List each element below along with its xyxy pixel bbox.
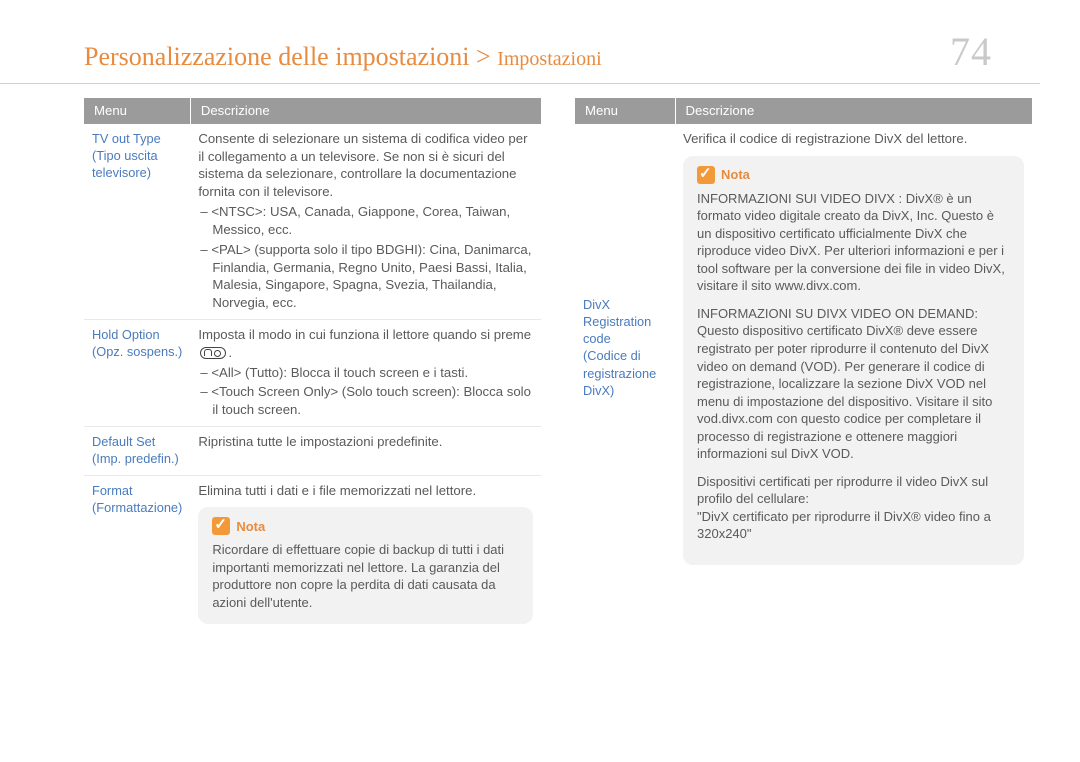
desc-intro-wrap: Imposta il modo in cui funziona il letto…	[198, 326, 533, 362]
breadcrumb: Personalizzazione delle impostazioni > I…	[84, 42, 602, 72]
table-row: Format (Formattazione) Elimina tutti i d…	[84, 475, 541, 631]
note-text: INFORMAZIONI SUI VIDEO DIVX : DivX® è un…	[697, 190, 1010, 543]
table-row: DivX Registration code (Codice di regist…	[575, 124, 1032, 572]
table-header-row: Menu Descrizione	[84, 98, 541, 124]
desc-tv-out: Consente di selezionare un sistema di co…	[190, 124, 541, 320]
menu-label-default: Default Set (Imp. predefin.)	[84, 427, 190, 476]
col-header-desc: Descrizione	[190, 98, 541, 124]
desc-intro: Imposta il modo in cui funziona il letto…	[198, 327, 531, 342]
note-para: INFORMAZIONI SU DIVX VIDEO ON DEMAND: Qu…	[697, 305, 1010, 463]
right-column: Menu Descrizione DivX Registration code …	[575, 98, 1032, 631]
page-number: 74	[950, 28, 992, 75]
desc-item: – <PAL> (supporta solo il tipo BDGHI): C…	[198, 241, 533, 312]
menu-label-format: Format (Formattazione)	[84, 475, 190, 631]
desc-item: – <Touch Screen Only> (Solo touch screen…	[198, 383, 533, 419]
table-row: TV out Type (Tipo uscita televisore) Con…	[84, 124, 541, 320]
note-badge: Nota	[212, 517, 265, 535]
breadcrumb-sub: Impostazioni	[497, 48, 601, 70]
breadcrumb-main: Personalizzazione delle impostazioni >	[84, 42, 491, 71]
menu-label-hold: Hold Option (Opz. sospens.)	[84, 319, 190, 426]
col-header-desc: Descrizione	[675, 98, 1032, 124]
table-header-row: Menu Descrizione	[575, 98, 1032, 124]
note-label: Nota	[721, 166, 750, 184]
desc-format: Elimina tutti i dati e i file memorizzat…	[190, 475, 541, 631]
desc-hold: Imposta il modo in cui funziona il letto…	[190, 319, 541, 426]
table-row: Hold Option (Opz. sospens.) Imposta il m…	[84, 319, 541, 426]
menu-label-tv-out: TV out Type (Tipo uscita televisore)	[84, 124, 190, 320]
settings-table-right: Menu Descrizione DivX Registration code …	[575, 98, 1032, 572]
table-row: Default Set (Imp. predefin.) Ripristina …	[84, 427, 541, 476]
check-icon	[697, 166, 715, 184]
desc-intro: Verifica il codice di registrazione DivX…	[683, 130, 1024, 148]
page-header: Personalizzazione delle impostazioni > I…	[0, 0, 1040, 84]
note-label: Nota	[236, 518, 265, 536]
check-icon	[212, 517, 230, 535]
desc-divx: Verifica il codice di registrazione DivX…	[675, 124, 1032, 572]
desc-intro: Consente di selezionare un sistema di co…	[198, 130, 533, 201]
note-box: Nota INFORMAZIONI SUI VIDEO DIVX : DivX®…	[683, 156, 1024, 565]
note-box: Nota Ricordare di effettuare copie di ba…	[198, 507, 533, 623]
note-para: INFORMAZIONI SUI VIDEO DIVX : DivX® è un…	[697, 190, 1010, 295]
col-header-menu: Menu	[84, 98, 190, 124]
note-text: Ricordare di effettuare copie di backup …	[212, 541, 519, 611]
desc-item: – <All> (Tutto): Blocca il touch screen …	[198, 364, 533, 382]
desc-intro: Elimina tutti i dati e i file memorizzat…	[198, 482, 533, 500]
col-header-menu: Menu	[575, 98, 675, 124]
left-column: Menu Descrizione TV out Type (Tipo uscit…	[84, 98, 541, 631]
desc-default: Ripristina tutte le impostazioni predefi…	[190, 427, 541, 476]
desc-item: – <NTSC>: USA, Canada, Giappone, Corea, …	[198, 203, 533, 239]
menu-label-divx: DivX Registration code (Codice di regist…	[575, 124, 675, 572]
content-columns: Menu Descrizione TV out Type (Tipo uscit…	[0, 98, 1080, 631]
lock-power-icon	[200, 347, 226, 359]
note-para: Dispositivi certificati per riprodurre i…	[697, 473, 1010, 543]
note-badge: Nota	[697, 166, 750, 184]
settings-table-left: Menu Descrizione TV out Type (Tipo uscit…	[84, 98, 541, 631]
